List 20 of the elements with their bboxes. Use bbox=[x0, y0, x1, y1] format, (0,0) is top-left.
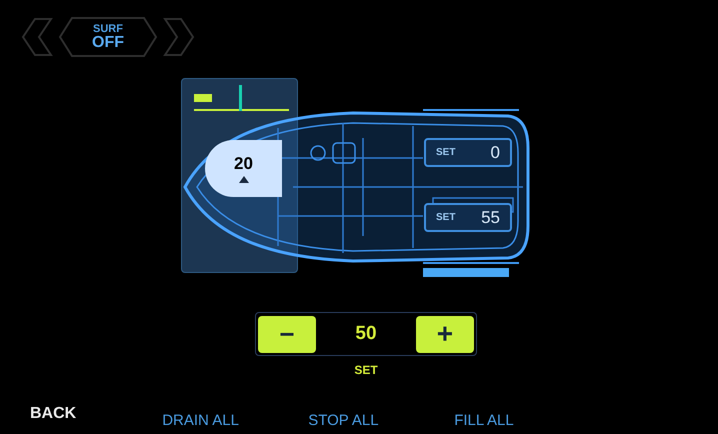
previous-chevron-icon[interactable] bbox=[20, 17, 54, 57]
stepper-caption: SET bbox=[354, 362, 378, 379]
action-button[interactable]: DRAIN ALL bbox=[162, 410, 248, 432]
decrease-button[interactable]: − bbox=[258, 316, 316, 352]
front-tank-value: 20 bbox=[234, 154, 253, 172]
set-value: 0 bbox=[490, 142, 500, 164]
set-label: SET bbox=[436, 211, 456, 225]
increase-button[interactable]: + bbox=[416, 316, 474, 352]
back-button[interactable]: BACK bbox=[30, 402, 76, 426]
set-value: 55 bbox=[481, 206, 500, 229]
set-label: SET bbox=[436, 146, 456, 160]
action-button[interactable]: STOP ALL bbox=[308, 410, 394, 432]
tank-indicator-icon bbox=[194, 94, 212, 102]
surf-mode-tab[interactable]: SURF OFF bbox=[58, 16, 158, 58]
up-triangle-icon bbox=[238, 176, 248, 182]
next-chevron-icon[interactable] bbox=[162, 17, 196, 57]
stepper-value: 50 bbox=[355, 322, 377, 346]
rear-tank-set-box[interactable]: SET 0 bbox=[424, 138, 512, 167]
rear-tank-set-box[interactable]: SET 55 bbox=[424, 203, 512, 232]
action-button[interactable]: FILL ALL bbox=[454, 410, 540, 432]
